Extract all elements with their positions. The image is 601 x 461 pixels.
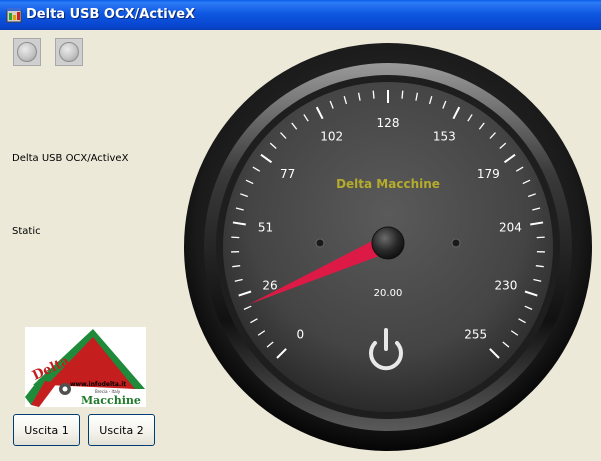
delta-macchine-logo: Delta www.infodelta.it Brecia - Italy Ma… <box>25 327 146 407</box>
tick-label: 179 <box>477 167 500 181</box>
product-label: Delta USB OCX/ActiveX <box>12 153 128 164</box>
face-screw-left-icon <box>316 239 324 247</box>
gauge-hub <box>372 227 404 259</box>
tick-label: 230 <box>494 278 517 292</box>
led-light-icon <box>59 42 79 62</box>
led-indicator-1 <box>13 38 41 66</box>
tick-label: 102 <box>320 130 343 144</box>
tick-label: 0 <box>296 328 304 342</box>
logo-url: www.infodelta.it <box>70 381 126 388</box>
tick-label: 255 <box>464 328 487 342</box>
minor-tick <box>231 237 239 238</box>
minor-tick <box>402 91 403 99</box>
tick-label: 26 <box>262 278 277 292</box>
tick-label: 128 <box>377 116 400 130</box>
tick-label: 51 <box>258 221 273 235</box>
tick-label: 204 <box>499 221 522 235</box>
title-bar: Delta USB OCX/ActiveX <box>0 0 601 30</box>
app-window-icon <box>6 7 22 23</box>
face-screw-right-icon <box>452 239 460 247</box>
window-title: Delta USB OCX/ActiveX <box>26 7 195 22</box>
gauge-svg: 0 26 51 77 102 128 153 179 204 230 255 Delta Macch… <box>183 40 593 457</box>
output-1-button[interactable]: Uscita 1 <box>13 414 80 446</box>
minor-tick <box>373 91 374 99</box>
logo-graphic: Delta www.infodelta.it Brecia - Italy Ma… <box>25 327 146 407</box>
led-indicator-2 <box>55 38 83 66</box>
gauge-brand: Delta Macchine <box>336 177 440 191</box>
tick-label: 77 <box>280 167 295 181</box>
gauge-value-display: 20.00 <box>374 288 403 299</box>
static-label: Static <box>12 226 41 237</box>
led-light-icon <box>17 42 37 62</box>
tick-label: 153 <box>433 130 456 144</box>
minor-tick <box>537 237 545 238</box>
output-2-button[interactable]: Uscita 2 <box>88 414 155 446</box>
gauge: 0 26 51 77 102 128 153 179 204 230 255 Delta Macch… <box>183 40 593 457</box>
logo-brand-bottom: Macchine <box>81 394 141 407</box>
